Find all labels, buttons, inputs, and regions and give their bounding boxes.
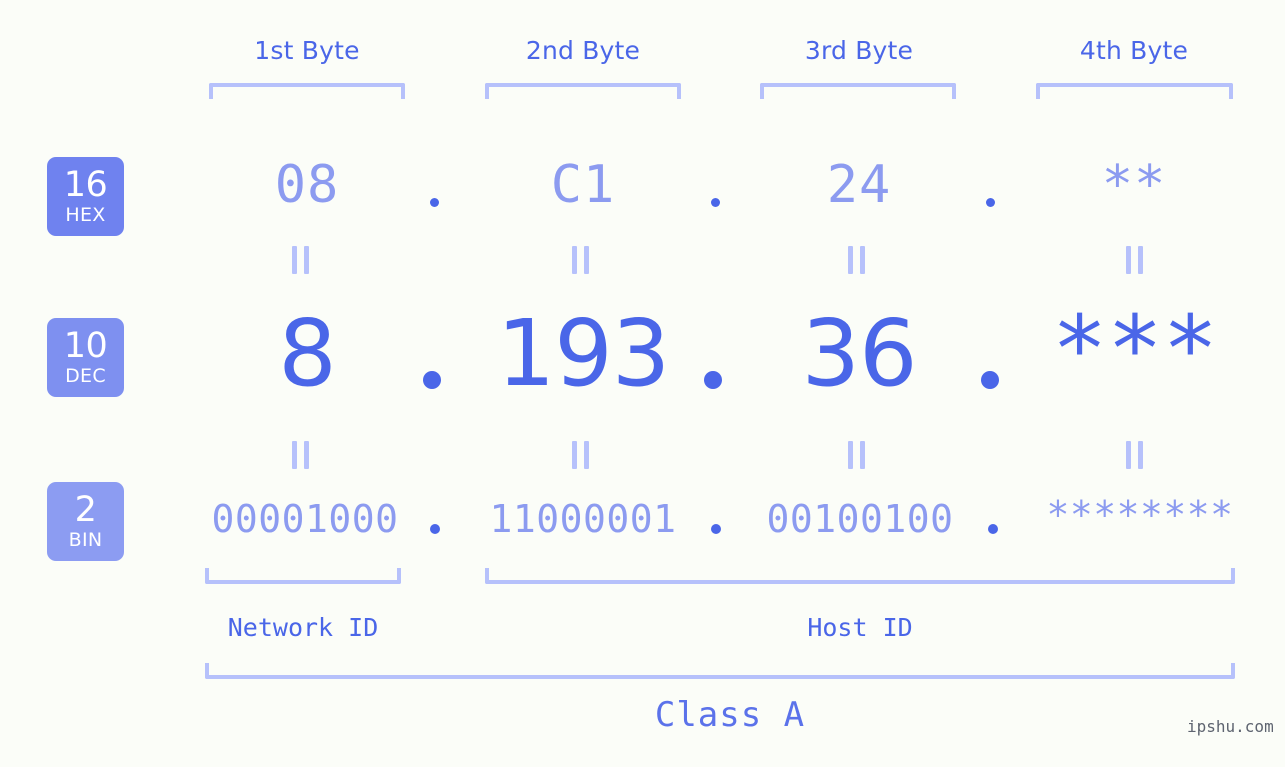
bin-separator-dot-3 <box>988 524 998 534</box>
base-badge-bin-number: 2 <box>74 490 97 530</box>
base-badge-dec-name: DEC <box>65 365 106 387</box>
equality-marker-hex-dec-4 <box>1126 246 1143 274</box>
base-badge-hex-number: 16 <box>63 165 108 205</box>
base-badge-dec: 10 DEC <box>47 318 124 397</box>
equality-marker-dec-bin-2 <box>572 441 589 469</box>
equality-marker-hex-dec-1 <box>292 246 309 274</box>
byte-bracket-4 <box>1036 83 1233 99</box>
bin-byte-2: 11000001 <box>489 497 677 541</box>
hex-byte-1: 08 <box>274 155 340 215</box>
base-badge-dec-number: 10 <box>63 326 108 366</box>
hex-separator-dot-3 <box>986 198 995 207</box>
host-id-bracket <box>485 568 1235 584</box>
byte-header-label-1: 1st Byte <box>254 36 360 65</box>
dec-separator-dot-3 <box>981 371 999 389</box>
byte-bracket-1 <box>209 83 405 99</box>
byte-header-label-2: 2nd Byte <box>525 36 641 65</box>
ip-byte-breakdown-diagram: 1st Byte 2nd Byte 3rd Byte 4th Byte 16 H… <box>0 0 1285 767</box>
dec-byte-3: 36 <box>801 300 917 407</box>
network-id-label: Network ID <box>227 613 379 642</box>
byte-header-label-3: 3rd Byte <box>804 36 914 65</box>
bin-separator-dot-1 <box>430 524 440 534</box>
hex-separator-dot-2 <box>711 198 720 207</box>
hex-byte-3: 24 <box>826 155 892 215</box>
dec-byte-2: 193 <box>496 300 671 407</box>
dec-byte-1: 8 <box>278 300 337 407</box>
bin-byte-1: 00001000 <box>211 497 399 541</box>
class-label: Class A <box>654 695 806 735</box>
class-bracket <box>205 663 1235 679</box>
bin-byte-4: ******** <box>1046 493 1234 537</box>
hex-byte-4: ** <box>1101 155 1167 215</box>
bin-separator-dot-2 <box>711 524 721 534</box>
hex-byte-2: C1 <box>550 155 616 215</box>
base-badge-bin: 2 BIN <box>47 482 124 561</box>
dec-separator-dot-2 <box>704 371 722 389</box>
host-id-label: Host ID <box>807 613 913 642</box>
base-badge-hex: 16 HEX <box>47 157 124 236</box>
dec-byte-4: *** <box>1051 296 1219 403</box>
equality-marker-dec-bin-1 <box>292 441 309 469</box>
equality-marker-dec-bin-3 <box>848 441 865 469</box>
byte-bracket-3 <box>760 83 956 99</box>
hex-separator-dot-1 <box>430 198 439 207</box>
equality-marker-hex-dec-2 <box>572 246 589 274</box>
byte-bracket-2 <box>485 83 681 99</box>
network-id-bracket <box>205 568 401 584</box>
base-badge-bin-name: BIN <box>68 529 103 551</box>
bin-byte-3: 00100100 <box>766 497 954 541</box>
site-watermark: ipshu.com <box>1187 717 1274 736</box>
equality-marker-dec-bin-4 <box>1126 441 1143 469</box>
base-badge-hex-name: HEX <box>65 204 106 226</box>
byte-header-label-4: 4th Byte <box>1079 36 1189 65</box>
dec-separator-dot-1 <box>423 371 441 389</box>
equality-marker-hex-dec-3 <box>848 246 865 274</box>
